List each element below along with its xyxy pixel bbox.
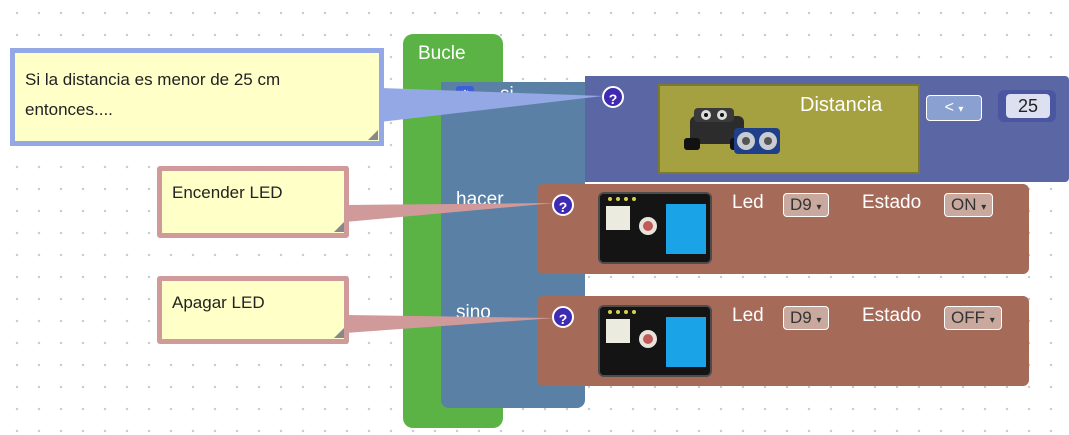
comment-condition[interactable]: Si la distancia es menor de 25 cm entonc…: [10, 48, 384, 146]
comment-led-off[interactable]: Apagar LED: [157, 276, 349, 344]
comment-led-on-text[interactable]: Encender LED: [162, 171, 344, 215]
comment-resize-handle[interactable]: [368, 130, 378, 140]
comment-condition-text[interactable]: Si la distancia es menor de 25 cm entonc…: [15, 53, 379, 137]
comment-resize-handle[interactable]: [334, 328, 344, 338]
comment-led-off-text[interactable]: Apagar LED: [162, 281, 344, 325]
comment-led-on[interactable]: Encender LED: [157, 166, 349, 238]
comment-resize-handle[interactable]: [334, 222, 344, 232]
